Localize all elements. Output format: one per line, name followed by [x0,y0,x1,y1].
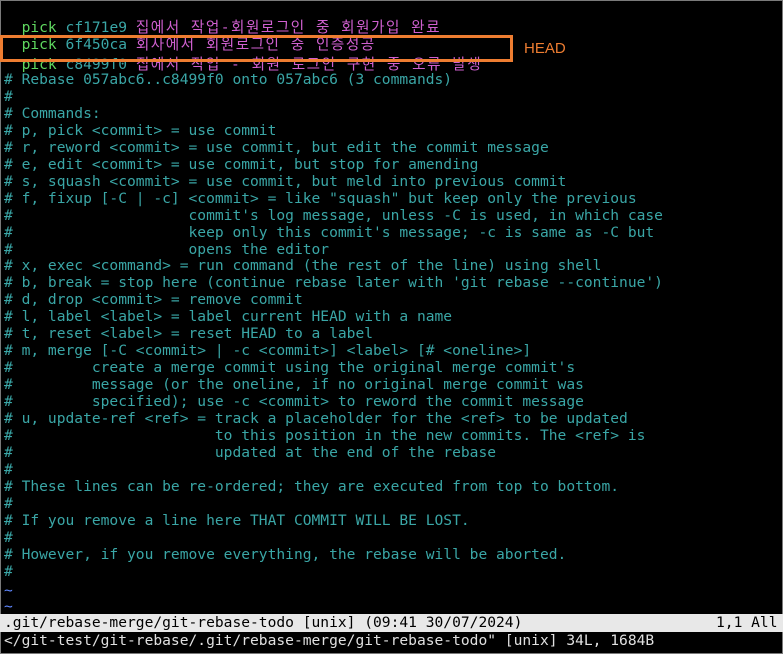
comment-line[interactable]: # d, drop <commit> = remove commit [4,291,303,308]
comment-line[interactable]: # [4,461,13,478]
comment-line[interactable]: # p, pick <commit> = use commit [4,122,276,139]
status-file-info: .git/rebase-merge/git-rebase-todo [unix]… [4,614,523,631]
comment-line[interactable]: # Commands: [4,105,101,122]
comment-line[interactable]: # r, reword <commit> = use commit, but e… [4,139,549,156]
head-highlight-box [0,35,513,62]
comment-line[interactable]: # m, merge [-C <commit> | -c <commit>] <… [4,342,531,359]
empty-line-tilde: ~ [4,582,13,599]
comment-line[interactable]: # message (or the oneline, if no origina… [4,376,584,393]
comment-line[interactable]: # specified); use -c <commit> to reword … [4,393,584,410]
comment-line[interactable]: # l, label <label> = label current HEAD … [4,308,452,325]
comment-line[interactable]: # [4,495,13,512]
todo-line-2[interactable]: pick 6f450ca 회사에서 회원로그인 중 인증성공 [4,19,376,53]
empty-line-tilde: ~ [4,598,13,615]
comment-line[interactable]: # However, if you remove everything, the… [4,546,566,563]
comment-line[interactable]: # create a merge commit using the origin… [4,359,575,376]
comment-line[interactable]: # If you remove a line here THAT COMMIT … [4,512,470,529]
comment-line[interactable]: # [4,88,13,105]
cursor-position: 1,1 All [716,614,778,631]
head-annotation-label: HEAD [524,40,566,57]
comment-line[interactable]: # updated at the end of the rebase [4,444,496,461]
comment-line[interactable]: # u, update-ref <ref> = track a placehol… [4,410,628,427]
comment-line[interactable]: # b, break = stop here (continue rebase … [4,274,663,291]
status-bar: .git/rebase-merge/git-rebase-todo [unix]… [0,614,783,632]
todo-line-1[interactable]: pick cf171e9 집에서 작업-회원로그인 중 회원가입 완료 [4,2,441,36]
comment-line[interactable]: # x, exec <command> = run command (the r… [4,257,601,274]
comment-line[interactable]: # Rebase 057abc6..c8499f0 onto 057abc6 (… [4,71,452,88]
comment-line[interactable]: # [4,563,13,580]
comment-line[interactable]: # to this position in the new commits. T… [4,427,645,444]
comment-line[interactable]: # f, fixup [-C | -c] <commit> = like "sq… [4,190,637,207]
comment-line[interactable]: # e, edit <commit> = use commit, but sto… [4,156,478,173]
command-line-message: </git-test/git-rebase/.git/rebase-merge/… [4,632,655,649]
comment-line[interactable]: # These lines can be re-ordered; they ar… [4,478,619,495]
comment-line[interactable]: # keep only this commit's message; -c is… [4,224,654,241]
comment-line[interactable]: # commit's log message, unless -C is use… [4,207,663,224]
comment-line[interactable]: # opens the editor [4,241,329,258]
comment-line[interactable]: # t, reset <label> = reset HEAD to a lab… [4,325,373,342]
comment-line[interactable]: # s, squash <commit> = use commit, but m… [4,173,566,190]
comment-line[interactable]: # [4,529,13,546]
